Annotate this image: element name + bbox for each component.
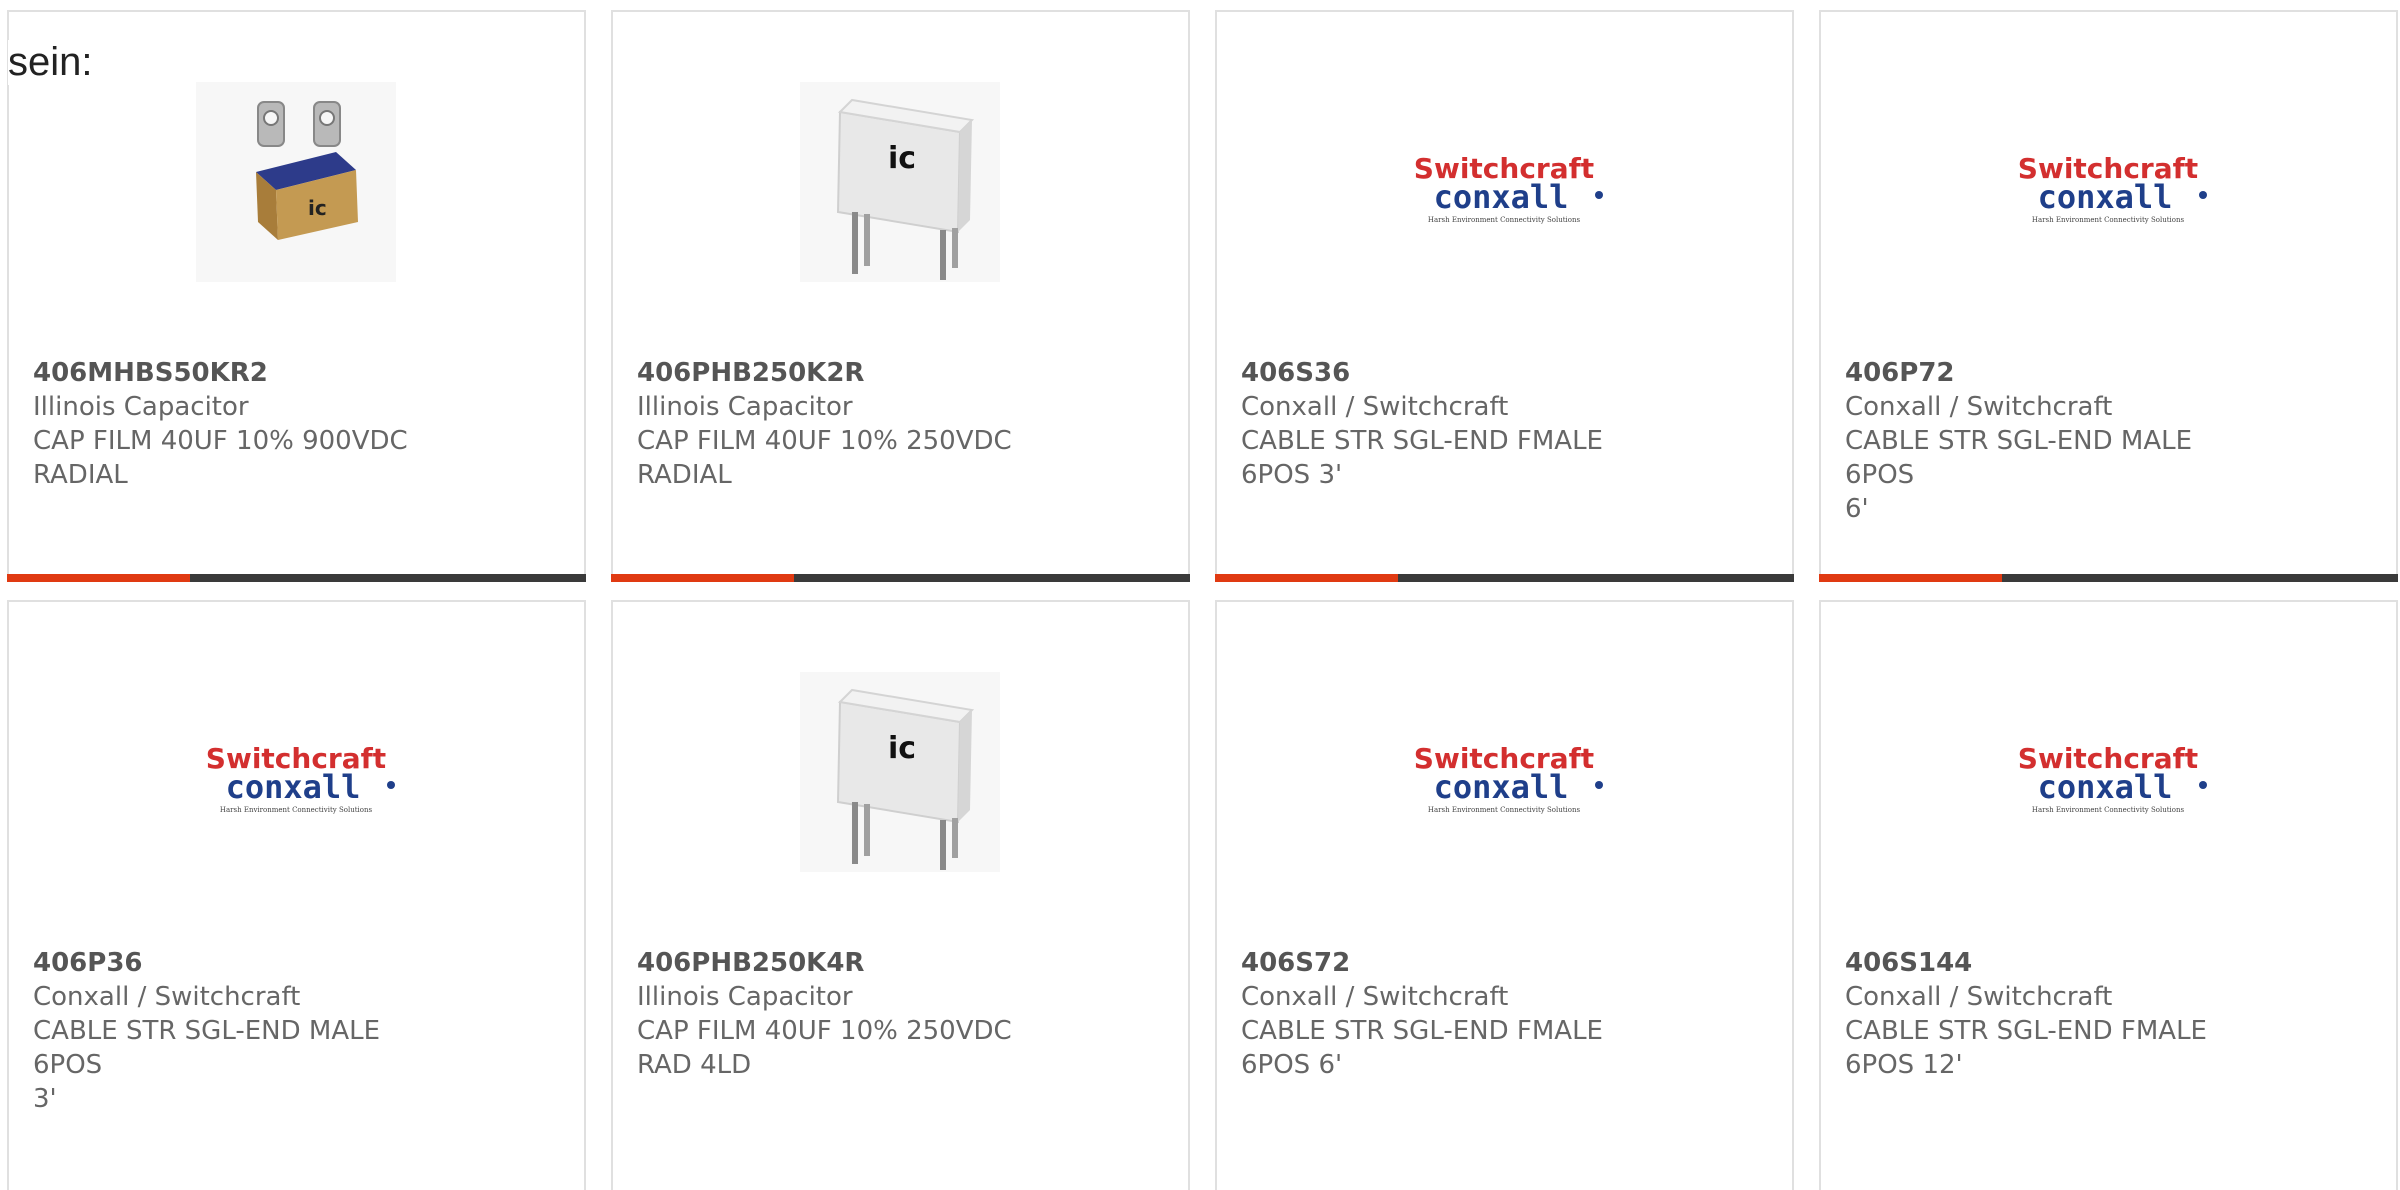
svg-text:Harsh Environment Connectivity: Harsh Environment Connectivity Solutions xyxy=(1428,806,1581,814)
card-footer-bar xyxy=(1215,574,1794,582)
product-image[interactable]: Switchcraft conxall Harsh Environment Co… xyxy=(1404,82,1604,282)
svg-text:conxall: conxall xyxy=(2038,768,2173,806)
product-card[interactable]: Switchcraft conxall Harsh Environment Co… xyxy=(1819,600,2398,1190)
svg-text:conxall: conxall xyxy=(2038,178,2173,216)
part-number[interactable]: 406P72 xyxy=(1845,356,2265,390)
description-line: RADIAL xyxy=(33,460,128,490)
svg-text:conxall: conxall xyxy=(1434,768,1569,806)
film-capacitor-icon: ic xyxy=(196,82,396,282)
capacitor-icon: ic xyxy=(800,82,1000,282)
card-footer-bar xyxy=(7,574,586,582)
svg-text:Harsh Environment Connectivity: Harsh Environment Connectivity Solutions xyxy=(2032,216,2185,224)
product-grid: ic 406MHBS50KR2 Illinois Capacitor CAP F… xyxy=(0,0,2400,1190)
manufacturer: Conxall / Switchcraft xyxy=(1241,982,1509,1012)
switchcraft-conxall-logo: Switchcraft conxall Harsh Environment Co… xyxy=(1414,152,1603,224)
svg-text:conxall: conxall xyxy=(1434,178,1569,216)
product-image[interactable]: ic xyxy=(800,82,1000,282)
description-line: CABLE STR SGL-END FMALE xyxy=(1241,426,1603,456)
description-line: 6POS 3' xyxy=(1241,460,1343,490)
manufacturer: Illinois Capacitor xyxy=(33,392,249,422)
manufacturer: Conxall / Switchcraft xyxy=(1845,982,2113,1012)
switchcraft-conxall-logo: Switchcraft conxall Harsh Environment Co… xyxy=(1414,742,1603,814)
description-line: RADIAL xyxy=(637,460,732,490)
manufacturer: Illinois Capacitor xyxy=(637,982,853,1012)
product-card[interactable]: Switchcraft conxall Harsh Environment Co… xyxy=(1819,10,2398,582)
part-number[interactable]: 406PHB250K4R xyxy=(637,946,1057,980)
description-line: CAP FILM 40UF 10% 250VDC xyxy=(637,1016,1012,1046)
manufacturer: Illinois Capacitor xyxy=(637,392,853,422)
product-card[interactable]: Switchcraft conxall Harsh Environment Co… xyxy=(7,600,586,1190)
product-card[interactable]: ic 406PHB250K2R Illinois Capacitor CAP F… xyxy=(611,10,1190,582)
manufacturer: Conxall / Switchcraft xyxy=(1241,392,1509,422)
manufacturer: Conxall / Switchcraft xyxy=(33,982,301,1012)
svg-text:conxall: conxall xyxy=(226,768,361,806)
manufacturer: Conxall / Switchcraft xyxy=(1845,392,2113,422)
intro-text: sein: xyxy=(8,40,93,85)
svg-text:ic: ic xyxy=(888,141,916,176)
part-number[interactable]: 406MHBS50KR2 xyxy=(33,356,453,390)
product-card[interactable]: ic 406MHBS50KR2 Illinois Capacitor CAP F… xyxy=(7,10,586,582)
svg-text:Harsh Environment Connectivity: Harsh Environment Connectivity Solutions xyxy=(2032,806,2185,814)
description-line: CABLE STR SGL-END MALE 6POS xyxy=(1845,426,2193,490)
part-number[interactable]: 406P36 xyxy=(33,946,453,980)
description-line: CABLE STR SGL-END FMALE xyxy=(1845,1016,2207,1046)
description-line: CABLE STR SGL-END MALE 6POS xyxy=(33,1016,381,1080)
capacitor-icon: ic xyxy=(800,672,1000,872)
description-line: 6POS 12' xyxy=(1845,1050,1963,1080)
switchcraft-conxall-logo: Switchcraft conxall Harsh Environment Co… xyxy=(206,742,395,814)
description-line: CAP FILM 40UF 10% 900VDC xyxy=(33,426,408,456)
description-line: 6POS 6' xyxy=(1241,1050,1343,1080)
product-card[interactable]: ic 406PHB250K4R Illinois Capacitor CAP F… xyxy=(611,600,1190,1190)
part-number[interactable]: 406S144 xyxy=(1845,946,2265,980)
part-number[interactable]: 406S72 xyxy=(1241,946,1661,980)
product-image[interactable]: Switchcraft conxall Harsh Environment Co… xyxy=(2008,82,2208,282)
description-line: RAD 4LD xyxy=(637,1050,752,1080)
product-card[interactable]: Switchcraft conxall Harsh Environment Co… xyxy=(1215,10,1794,582)
product-card[interactable]: Switchcraft conxall Harsh Environment Co… xyxy=(1215,600,1794,1190)
svg-text:Harsh Environment Connectivity: Harsh Environment Connectivity Solutions xyxy=(1428,216,1581,224)
product-image[interactable]: Switchcraft conxall Harsh Environment Co… xyxy=(2008,672,2208,872)
svg-text:ic: ic xyxy=(888,731,916,766)
switchcraft-conxall-logo: Switchcraft conxall Harsh Environment Co… xyxy=(2018,742,2207,814)
description-line: CAP FILM 40UF 10% 250VDC xyxy=(637,426,1012,456)
product-image[interactable]: ic xyxy=(800,672,1000,872)
description-line: CABLE STR SGL-END FMALE xyxy=(1241,1016,1603,1046)
product-image[interactable]: ic xyxy=(196,82,396,282)
card-footer-bar xyxy=(611,574,1190,582)
part-number[interactable]: 406PHB250K2R xyxy=(637,356,1057,390)
description-line: 3' xyxy=(33,1084,57,1114)
switchcraft-conxall-logo: Switchcraft conxall Harsh Environment Co… xyxy=(2018,152,2207,224)
product-image[interactable]: Switchcraft conxall Harsh Environment Co… xyxy=(196,672,396,872)
part-number[interactable]: 406S36 xyxy=(1241,356,1661,390)
svg-text:ic: ic xyxy=(308,196,327,220)
card-footer-bar xyxy=(1819,574,2398,582)
product-image[interactable]: Switchcraft conxall Harsh Environment Co… xyxy=(1404,672,1604,872)
svg-text:Harsh Environment Connectivity: Harsh Environment Connectivity Solutions xyxy=(220,806,373,814)
description-line: 6' xyxy=(1845,494,1869,524)
